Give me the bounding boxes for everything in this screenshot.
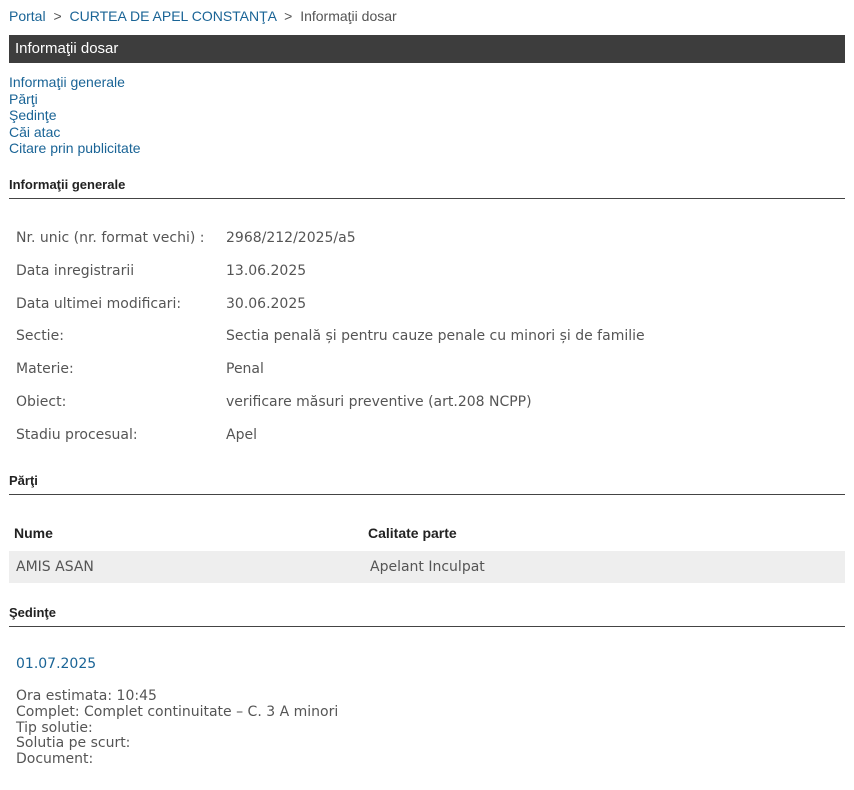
parti-column-header-calitate: Calitate parte — [368, 525, 457, 541]
toc-link-cai-atac[interactable]: Căi atac — [9, 124, 141, 141]
sedinta-complet: Complet: Complet continuitate – C. 3 A m… — [16, 703, 339, 720]
info-value: verificare măsuri preventive (art.208 NC… — [226, 394, 532, 410]
parti-column-header-nume: Nume — [14, 525, 53, 541]
table-of-contents: Informaţii generale Părţi Şedinţe Căi at… — [9, 74, 141, 157]
breadcrumb-portal-link[interactable]: Portal — [9, 8, 46, 24]
info-value: Apel — [226, 427, 257, 443]
sedinta-date: 01.07.2025 — [16, 656, 97, 672]
section-heading-sedinte: Şedinţe — [9, 605, 845, 627]
info-label: Sectie: — [16, 328, 64, 344]
info-value: 2968/212/2025/a5 — [226, 230, 356, 246]
sedinta-tip-solutie: Tip solutie: — [16, 719, 93, 736]
sedinta-ora-estimata: Ora estimata: 10:45 — [16, 688, 157, 704]
info-label: Obiect: — [16, 394, 67, 410]
info-value: Sectia penală și pentru cauze penale cu … — [226, 328, 645, 344]
toc-link-sedinte[interactable]: Şedinţe — [9, 107, 141, 124]
sedinta-document: Document: — [16, 751, 94, 768]
info-label: Materie: — [16, 361, 74, 377]
section-heading-informatii-generale: Informaţii generale — [9, 177, 845, 199]
breadcrumb-current: Informaţii dosar — [300, 8, 397, 24]
sedinta-details: Ora estimata: 10:45 Complet: Complet con… — [16, 688, 339, 768]
info-value: 30.06.2025 — [226, 296, 307, 312]
breadcrumb-court-link[interactable]: CURTEA DE APEL CONSTANŢA — [70, 8, 277, 24]
sedinta-solutia-pe-scurt: Solutia pe scurt: — [16, 735, 131, 752]
breadcrumb-separator: > — [284, 8, 293, 24]
section-heading-parti: Părţi — [9, 473, 845, 495]
table-row: AMIS ASAN Apelant Inculpat — [9, 551, 845, 583]
breadcrumb: Portal > CURTEA DE APEL CONSTANŢA > Info… — [9, 8, 397, 24]
parti-cell-nume: AMIS ASAN — [16, 559, 94, 575]
info-label: Data ultimei modificari: — [16, 296, 182, 312]
toc-link-parti[interactable]: Părţi — [9, 91, 141, 108]
case-info-page: Portal > CURTEA DE APEL CONSTANŢA > Info… — [0, 0, 854, 790]
toc-link-citare-prin-publicitate[interactable]: Citare prin publicitate — [9, 140, 141, 157]
info-value: 13.06.2025 — [226, 263, 307, 279]
breadcrumb-separator: > — [53, 8, 62, 24]
info-label: Stadiu procesual: — [16, 427, 138, 443]
info-label: Data inregistrarii — [16, 263, 135, 279]
info-label: Nr. unic (nr. format vechi) : — [16, 230, 205, 246]
info-value: Penal — [226, 361, 264, 377]
parti-cell-calitate: Apelant Inculpat — [370, 559, 485, 575]
toc-link-informatii-generale[interactable]: Informaţii generale — [9, 74, 141, 91]
page-title: Informaţii dosar — [9, 35, 845, 63]
